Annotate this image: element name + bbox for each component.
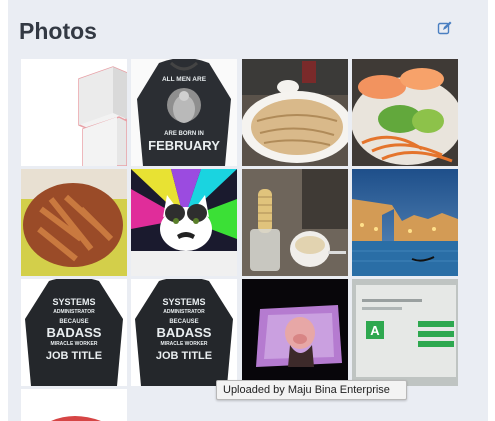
photo-tile-salmon-salad[interactable] bbox=[352, 59, 458, 166]
photo-tooltip: Uploaded by Maju Bina Enterprise bbox=[216, 380, 407, 400]
shirt-line-1: SYSTEMS bbox=[52, 297, 95, 307]
shirt-line-2: ADMINISTRATOR bbox=[163, 309, 205, 315]
shirt-line-6: JOB TITLE bbox=[156, 350, 212, 362]
shirt-line-4: BADASS bbox=[47, 325, 102, 340]
shirt-text-top: ALL MEN ARE bbox=[162, 76, 207, 83]
photo-tile-partial[interactable] bbox=[21, 389, 127, 421]
photo-tile-flatbread[interactable] bbox=[242, 59, 348, 166]
photo-tile-screen[interactable]: A bbox=[352, 279, 458, 386]
photo-tile-hoodie-sysadmin-2[interactable]: SYSTEMS ADMINISTRATOR BECAUSE BADASS MIR… bbox=[131, 279, 237, 386]
shirt-line-5: MIRACLE WORKER bbox=[51, 341, 98, 347]
photo-tile-venice[interactable] bbox=[352, 169, 458, 276]
photo-tile-fries[interactable] bbox=[21, 169, 127, 276]
photo-tile-pig-video[interactable] bbox=[242, 279, 348, 386]
shirt-text-main: FEBRUARY bbox=[148, 138, 220, 153]
shirt-line-6: JOB TITLE bbox=[46, 350, 102, 362]
photo-tile-hoodie-february[interactable]: ALL MEN ARE ARE BORN IN FEBRUARY bbox=[131, 59, 237, 166]
photo-tile-party-cat[interactable] bbox=[131, 169, 237, 276]
photo-tile-tea-biscuits[interactable] bbox=[242, 169, 348, 276]
photo-tile-cubes[interactable] bbox=[21, 59, 127, 166]
panel-title: Photos bbox=[19, 18, 97, 44]
shirt-text-mid: ARE BORN IN bbox=[164, 131, 204, 137]
pencil-square-icon[interactable] bbox=[437, 20, 453, 36]
screen-letter: A bbox=[370, 323, 380, 338]
photo-tile-hoodie-sysadmin-1[interactable]: SYSTEMS ADMINISTRATOR BECAUSE BADASS MIR… bbox=[21, 279, 127, 386]
shirt-line-5: MIRACLE WORKER bbox=[161, 341, 208, 347]
shirt-line-2: ADMINISTRATOR bbox=[53, 309, 95, 315]
shirt-line-1: SYSTEMS bbox=[162, 297, 205, 307]
shirt-line-4: BADASS bbox=[157, 325, 212, 340]
